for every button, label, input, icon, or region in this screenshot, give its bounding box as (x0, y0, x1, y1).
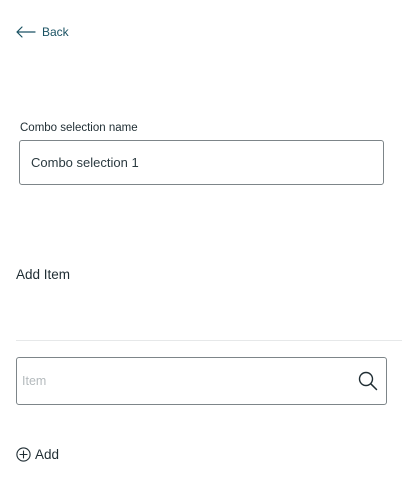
section-divider (16, 340, 402, 341)
combo-name-label: Combo selection name (20, 122, 138, 134)
search-icon[interactable] (358, 371, 378, 391)
combo-name-input[interactable] (19, 140, 384, 185)
add-item-heading: Add Item (16, 267, 71, 282)
item-search-box (16, 357, 387, 405)
item-search-input[interactable] (17, 358, 347, 404)
add-label: Add (35, 447, 60, 462)
plus-circle-icon (16, 447, 31, 462)
arrow-left-icon (16, 26, 36, 38)
add-item-button[interactable]: Add (16, 447, 59, 462)
back-label: Back (42, 25, 69, 39)
back-link[interactable]: Back (16, 25, 69, 39)
